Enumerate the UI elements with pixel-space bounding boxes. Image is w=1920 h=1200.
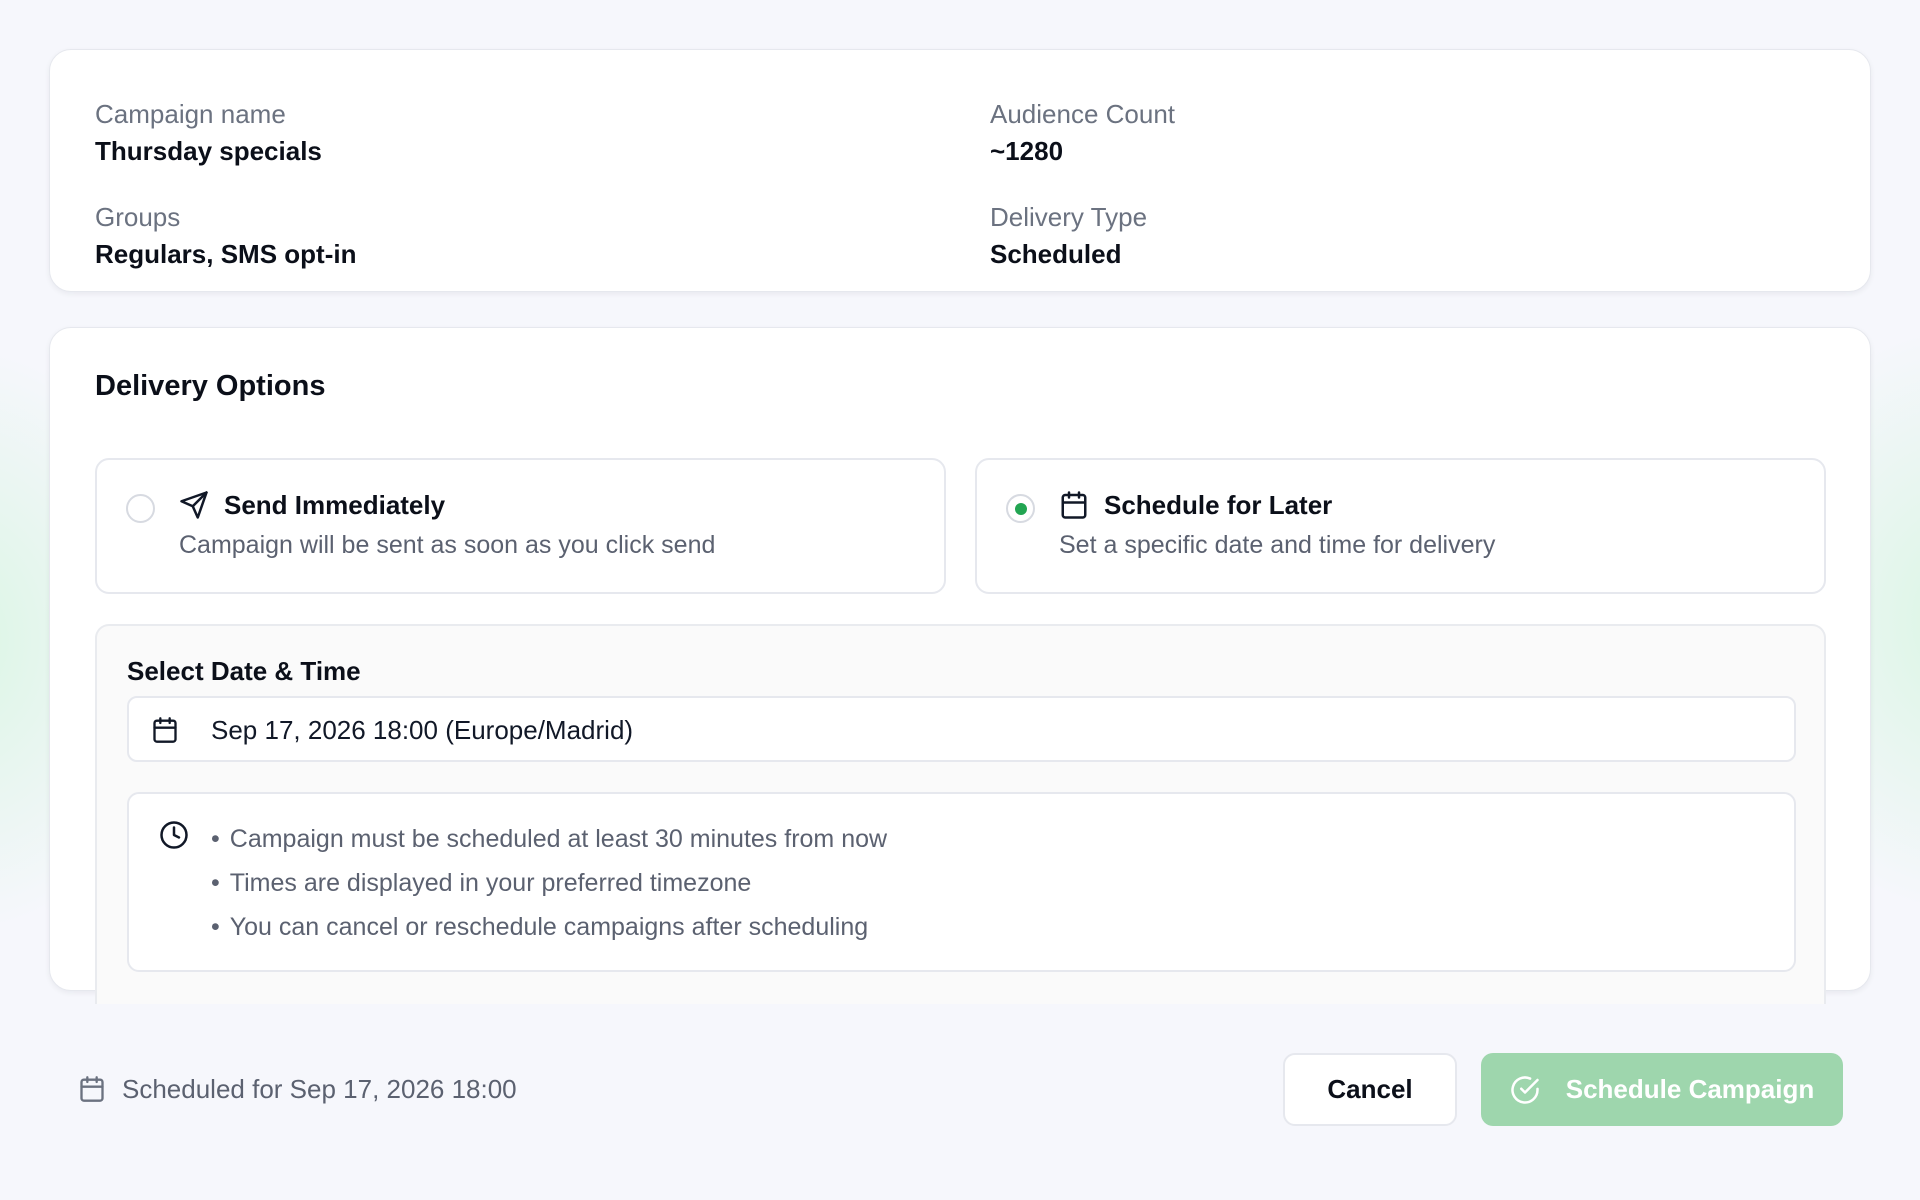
clock-icon xyxy=(159,820,189,850)
campaign-summary-card: Campaign name Thursday specials Groups R… xyxy=(49,49,1871,292)
send-immediately-description: Campaign will be sent as soon as you cli… xyxy=(179,531,716,559)
campaign-name-label: Campaign name xyxy=(95,99,286,129)
schedule-for-later-title: Schedule for Later xyxy=(1104,490,1333,520)
calendar-icon xyxy=(78,1075,106,1103)
audience-count-label: Audience Count xyxy=(990,99,1176,129)
delivery-type-field: Delivery Type Scheduled xyxy=(990,202,1147,269)
delivery-type-label: Delivery Type xyxy=(990,202,1148,232)
delivery-options-card: Delivery Options Send Immediately Campai… xyxy=(49,327,1871,1004)
datetime-panel: Select Date & Time Sep 17, 2026 18:00 (E… xyxy=(95,624,1826,1004)
send-icon xyxy=(179,490,209,520)
send-immediately-option[interactable]: Send Immediately Campaign will be sent a… xyxy=(95,458,946,594)
cancel-button-label: Cancel xyxy=(1327,1074,1413,1104)
delivery-type-value: Scheduled xyxy=(990,239,1122,269)
groups-field: Groups Regulars, SMS opt-in xyxy=(95,202,356,269)
scheduling-rule: You can cancel or reschedule campaigns a… xyxy=(211,912,887,942)
send-immediately-radio[interactable] xyxy=(126,494,155,523)
scheduling-rule: Times are displayed in your preferred ti… xyxy=(211,868,887,898)
schedule-for-later-description: Set a specific date and time for deliver… xyxy=(1059,531,1496,559)
cancel-button[interactable]: Cancel xyxy=(1283,1053,1457,1126)
groups-label: Groups xyxy=(95,202,181,232)
delivery-options-title: Delivery Options xyxy=(95,370,326,402)
calendar-icon xyxy=(1059,490,1089,520)
schedule-campaign-label: Schedule Campaign xyxy=(1565,1074,1815,1104)
datetime-value: Sep 17, 2026 18:00 (Europe/Madrid) xyxy=(211,715,634,745)
campaign-name-value: Thursday specials xyxy=(95,136,322,166)
calendar-icon xyxy=(151,716,179,744)
scheduled-status: Scheduled for Sep 17, 2026 18:00 xyxy=(78,1073,517,1105)
datetime-label: Select Date & Time xyxy=(127,656,361,686)
check-circle-icon xyxy=(1510,1075,1540,1105)
schedule-for-later-option[interactable]: Schedule for Later Set a specific date a… xyxy=(975,458,1826,594)
audience-count-field: Audience Count ~1280 xyxy=(990,99,1175,166)
scheduling-rules-list: Campaign must be scheduled at least 30 m… xyxy=(211,824,887,956)
campaign-name-field: Campaign name Thursday specials xyxy=(95,99,322,166)
schedule-for-later-radio[interactable] xyxy=(1006,494,1035,523)
schedule-campaign-button[interactable]: Schedule Campaign xyxy=(1481,1053,1843,1126)
scheduled-status-text: Scheduled for Sep 17, 2026 18:00 xyxy=(122,1073,517,1104)
datetime-input[interactable]: Sep 17, 2026 18:00 (Europe/Madrid) xyxy=(127,696,1796,762)
send-immediately-title: Send Immediately xyxy=(224,490,446,520)
scheduling-rule: Campaign must be scheduled at least 30 m… xyxy=(211,824,887,854)
groups-value: Regulars, SMS opt-in xyxy=(95,239,357,269)
scheduling-info-box: Campaign must be scheduled at least 30 m… xyxy=(127,792,1796,972)
audience-count-value: ~1280 xyxy=(990,136,1064,166)
